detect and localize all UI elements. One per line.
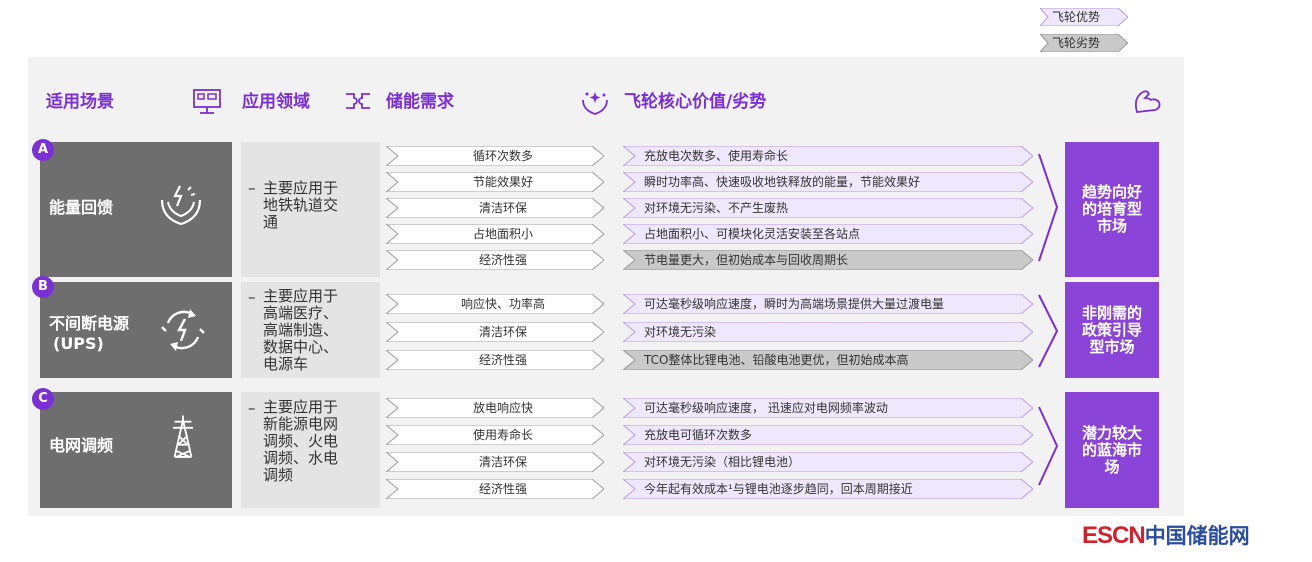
field-dash: –	[248, 288, 256, 306]
header-need: 储能需求	[386, 92, 454, 112]
field-text: 主要应用于 高端医疗、 高端制造、 数据中心、 电源车	[263, 287, 339, 373]
scenario-label: 不间断电源	[49, 314, 130, 333]
transmission-tower-icon	[173, 415, 193, 458]
legend-advantage-label: 飞轮优势	[1052, 10, 1101, 24]
value-advantage: 充放电次数多、使用寿命长	[623, 146, 1033, 166]
need-item: 清洁环保	[386, 452, 604, 472]
chevron-right-icon	[1038, 153, 1059, 262]
scenario-sublabel: (UPS)	[53, 334, 104, 353]
hands-sparkle-icon	[582, 92, 608, 115]
scenario-label: 电网调频	[49, 436, 114, 455]
scenario-ups: 不间断电源 (UPS)	[40, 282, 232, 378]
row-a-letter: A	[32, 139, 54, 161]
escn-logo: ESCN中国储能网	[1082, 520, 1250, 551]
header-value: 飞轮核心价值/劣势	[624, 92, 767, 112]
need-item: 使用寿命长	[386, 425, 604, 445]
row-c-letter: C	[32, 388, 54, 410]
value-advantage: 今年起有效成本¹与锂电池逐步趋同，回本周期接近	[623, 479, 1033, 499]
value-disadvantage: 节电量更大，但初始成本与回收周期长	[623, 250, 1033, 270]
field-dash: –	[248, 179, 256, 197]
value-advantage: 对环境无污染、不产生废热	[623, 198, 1033, 218]
need-item: 占地面积小	[386, 224, 604, 244]
need-item: 清洁环保	[386, 322, 604, 342]
need-item: 经济性强	[386, 350, 604, 370]
flexed-arm-icon	[1134, 90, 1161, 113]
value-advantage: 对环境无污染	[623, 322, 1033, 342]
value-advantage: 占地面积小、可模块化灵活安装至各站点	[623, 224, 1033, 244]
chevron-right-icon	[1038, 294, 1059, 368]
outcome-a: 趋势向好的培育型市场	[1065, 142, 1159, 277]
value-advantage: 瞬时功率高、快速吸收地铁释放的能量，节能效果好	[623, 172, 1033, 192]
puzzle-icon	[346, 93, 370, 109]
need-item: 节能效果好	[386, 172, 604, 192]
brand-en: ESCN	[1082, 522, 1146, 549]
field-dash: –	[248, 399, 256, 417]
need-item: 经济性强	[386, 250, 604, 270]
header-scenario: 适用场景	[46, 92, 114, 112]
chevron-right-icon	[1038, 406, 1059, 486]
field-text: 主要应用于 地铁轨道交 通	[263, 179, 339, 231]
scenario-label: 能量回馈	[49, 198, 114, 217]
outcome-c: 潜力较大的蓝海市场	[1065, 392, 1159, 508]
field-c: – 主要应用于 新能源电网 调频、火电 调频、水电 调频	[241, 392, 380, 508]
need-item: 循环次数多	[386, 146, 604, 166]
hands-energy-icon	[160, 185, 202, 226]
field-text: 主要应用于 新能源电网 调频、火电 调频、水电 调频	[263, 398, 339, 484]
legend-disadvantage: 飞轮劣势	[1040, 34, 1128, 52]
value-advantage: 可达毫秒级响应速度， 迅速应对电网频率波动	[623, 398, 1033, 418]
value-advantage: 对环境无污染（相比锂电池）	[623, 452, 1033, 472]
need-item: 经济性强	[386, 479, 604, 499]
legend-advantage: 飞轮优势	[1040, 8, 1128, 26]
need-item: 清洁环保	[386, 198, 604, 218]
row-b-letter: B	[32, 276, 54, 298]
monitor-chart-icon	[193, 89, 221, 114]
scenario-energy-feedback: 能量回馈	[40, 142, 232, 277]
field-a: – 主要应用于 地铁轨道交 通	[241, 142, 380, 277]
legend-disadvantage-label: 飞轮劣势	[1052, 36, 1101, 50]
header-field: 应用领域	[242, 92, 310, 112]
value-advantage: 充放电可循环次数多	[623, 425, 1033, 445]
circular-power-icon	[161, 309, 205, 351]
value-disadvantage: TCO整体比锂电池、铅酸电池更优，但初始成本高	[623, 350, 1033, 370]
value-advantage: 可达毫秒级响应速度，瞬时为高端场景提供大量过渡电量	[623, 294, 1033, 314]
field-b: – 主要应用于 高端医疗、 高端制造、 数据中心、 电源车	[241, 282, 380, 378]
need-item: 放电响应快	[386, 398, 604, 418]
brand-cn: 中国储能网	[1144, 524, 1250, 548]
outcome-b: 非刚需的政策引导型市场	[1065, 282, 1159, 378]
need-item: 响应快、功率高	[386, 294, 604, 314]
scenario-grid-frequency: 电网调频	[40, 392, 232, 508]
